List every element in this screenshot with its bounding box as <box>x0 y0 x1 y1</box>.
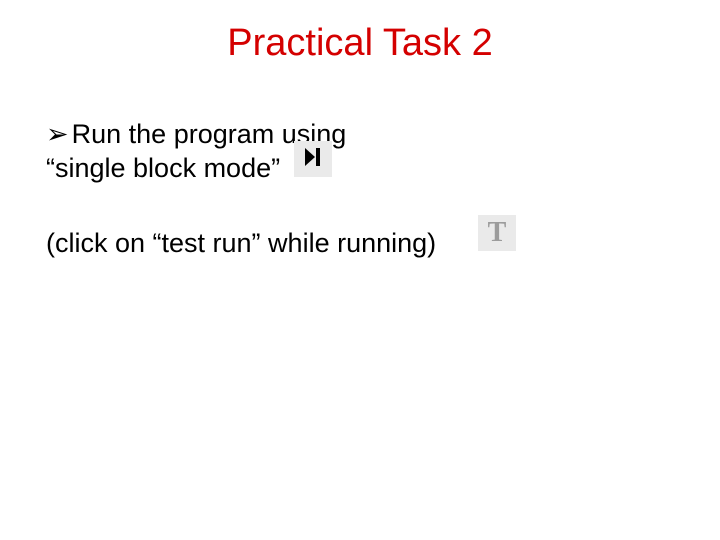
slide-title: Practical Task 2 <box>0 22 720 65</box>
single-block-mode-button[interactable] <box>294 141 332 177</box>
test-run-icon: T <box>488 217 507 249</box>
step-forward-icon <box>305 148 321 171</box>
instruction-line-3: (click on “test run” while running) <box>46 227 436 260</box>
instruction-line-2: “single block mode” <box>46 152 280 185</box>
test-run-button[interactable]: T <box>478 215 516 251</box>
bullet-icon: ➢ <box>46 118 69 151</box>
